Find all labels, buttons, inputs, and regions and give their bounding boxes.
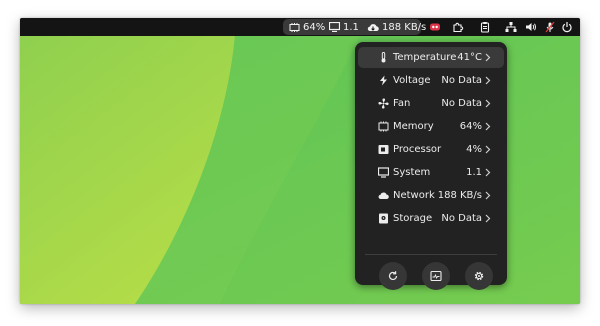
memory-chip-icon bbox=[378, 121, 389, 132]
chevron-right-icon bbox=[485, 122, 491, 131]
network-wired-icon[interactable] bbox=[505, 21, 517, 33]
cloud-icon bbox=[378, 190, 389, 201]
volume-icon[interactable] bbox=[525, 21, 537, 33]
menu-item-value: No Data bbox=[441, 213, 482, 224]
chevron-right-icon bbox=[485, 168, 491, 177]
refresh-button[interactable] bbox=[379, 262, 407, 290]
chevron-right-icon bbox=[485, 53, 491, 62]
topbar-system-indicator: 1.1 bbox=[329, 19, 359, 35]
menu-item-label: Temperature bbox=[393, 52, 457, 63]
menu-item-processor[interactable]: Processor 4% bbox=[358, 139, 504, 160]
menu-item-label: System bbox=[393, 167, 431, 178]
menu-item-temperature[interactable]: Temperature 41°C bbox=[358, 47, 504, 68]
topbar-network-value: 188 KB/s bbox=[382, 21, 427, 33]
menu-item-value: 64% bbox=[459, 121, 482, 132]
chevron-right-icon bbox=[485, 145, 491, 154]
fan-icon bbox=[378, 98, 389, 109]
menu-item-value: 41°C bbox=[457, 52, 482, 63]
system-indicators[interactable]: 64% 1.1 188 KB/s bbox=[283, 19, 426, 35]
menu-item-label: Storage bbox=[393, 213, 433, 224]
menu-separator bbox=[365, 254, 497, 255]
top-bar: 64% 1.1 188 KB/s bbox=[20, 18, 580, 36]
menu-item-storage[interactable]: Storage No Data bbox=[358, 208, 504, 229]
menu-item-system[interactable]: System 1.1 bbox=[358, 162, 504, 183]
menu-item-label: Fan bbox=[393, 98, 411, 109]
menu-item-label: Processor bbox=[393, 144, 442, 155]
thermometer-icon bbox=[378, 52, 389, 63]
menu-item-value: 188 KB/s bbox=[437, 190, 482, 201]
menu-item-voltage[interactable]: Voltage No Data bbox=[358, 70, 504, 91]
desktop: 64% 1.1 188 KB/s Temperature 41°C Voltag… bbox=[20, 18, 580, 304]
menu-item-fan[interactable]: Fan No Data bbox=[358, 93, 504, 114]
app-indicator-icon[interactable] bbox=[429, 21, 441, 33]
microphone-muted-icon[interactable] bbox=[544, 21, 556, 33]
monitor-icon bbox=[329, 22, 340, 32]
processor-icon bbox=[378, 144, 389, 155]
menu-item-value: 4% bbox=[466, 144, 482, 155]
topbar-memory-value: 64% bbox=[303, 21, 326, 33]
cloud-download-icon bbox=[367, 23, 379, 32]
system-monitor-icon bbox=[430, 270, 442, 282]
menu-item-label: Voltage bbox=[393, 75, 431, 86]
topbar-system-value: 1.1 bbox=[343, 21, 359, 33]
topbar-memory-indicator: 64% bbox=[289, 19, 325, 35]
power-icon[interactable] bbox=[561, 21, 573, 33]
topbar-network-indicator: 188 KB/s bbox=[367, 19, 426, 35]
settings-gear-icon bbox=[473, 270, 485, 282]
refresh-icon bbox=[387, 270, 399, 282]
extension-puzzle-icon[interactable] bbox=[452, 21, 464, 33]
chevron-right-icon bbox=[485, 99, 491, 108]
memory-chip-icon bbox=[289, 22, 300, 32]
menu-item-value: No Data bbox=[441, 75, 482, 86]
menu-item-value: No Data bbox=[441, 98, 482, 109]
menu-item-label: Memory bbox=[393, 121, 434, 132]
menu-item-memory[interactable]: Memory 64% bbox=[358, 116, 504, 137]
chevron-right-icon bbox=[485, 76, 491, 85]
voltage-bolt-icon bbox=[378, 75, 389, 86]
menu-item-value: 1.1 bbox=[466, 167, 482, 178]
system-monitor-menu: Temperature 41°C Voltage No Data Fan No … bbox=[355, 42, 507, 290]
storage-drive-icon bbox=[378, 213, 389, 224]
menu-item-network[interactable]: Network 188 KB/s bbox=[358, 185, 504, 206]
monitor-icon bbox=[378, 167, 389, 178]
clipboard-icon[interactable] bbox=[479, 21, 491, 33]
menu-item-label: Network bbox=[393, 190, 435, 201]
open-system-monitor-button[interactable] bbox=[422, 262, 450, 290]
settings-button[interactable] bbox=[465, 262, 493, 290]
chevron-right-icon bbox=[485, 214, 491, 223]
chevron-right-icon bbox=[485, 191, 491, 200]
